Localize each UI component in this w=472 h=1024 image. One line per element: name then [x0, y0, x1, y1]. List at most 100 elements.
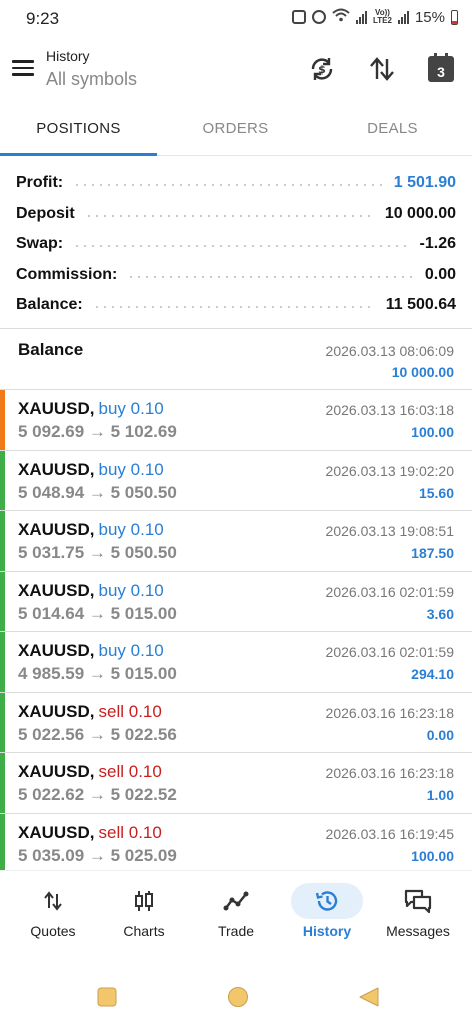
- nav-trade[interactable]: Trade: [191, 883, 281, 939]
- trade-direction-volume: buy 0.10: [98, 520, 164, 539]
- position-symbol: XAUUSD, buy 0.10: [18, 460, 164, 480]
- recent-apps-button[interactable]: [96, 986, 118, 1013]
- currency-sync-icon: $: [311, 58, 333, 80]
- position-row[interactable]: XAUUSD, sell 0.10 5 022.56 → 5 022.56 2026.…: [0, 692, 472, 753]
- result-color-bar: [0, 390, 5, 450]
- position-profit: 100.00: [411, 847, 454, 864]
- alarm-icon: [312, 10, 326, 24]
- balance-operation-date: 2026.03.13 08:06:09: [325, 343, 454, 359]
- deposit-value: 10 000.00: [384, 204, 456, 222]
- dotted-leader: [84, 214, 375, 217]
- calendar-button[interactable]: 3: [424, 52, 458, 86]
- back-triangle-icon: [359, 987, 379, 1007]
- position-profit: 187.50: [411, 545, 454, 561]
- home-button[interactable]: [227, 986, 249, 1013]
- trade-direction-volume: sell 0.10: [98, 822, 162, 842]
- position-row[interactable]: XAUUSD, sell 0.10 5 022.62 → 5 022.52 2026.…: [0, 753, 472, 814]
- nav-messages[interactable]: Messages: [373, 883, 463, 939]
- candlestick-icon: [135, 891, 153, 911]
- nav-charts[interactable]: Charts: [99, 883, 189, 939]
- position-row[interactable]: XAUUSD, buy 0.10 5 031.75 → 5 050.50 2026.0…: [0, 511, 472, 572]
- active-tab-indicator: [0, 153, 157, 156]
- trade-direction-volume: buy 0.10: [98, 399, 164, 418]
- balance-label: Balance:: [16, 296, 83, 314]
- position-profit: 1.00: [426, 787, 454, 803]
- position-date: 2026.03.16 02:01:59: [325, 644, 454, 660]
- open-close-prices: 5 014.64 → 5 015.00: [18, 603, 177, 623]
- result-color-bar: [0, 692, 5, 752]
- page-title: History: [46, 48, 90, 64]
- system-navigation-bar: [0, 966, 472, 1024]
- back-button[interactable]: [358, 986, 380, 1013]
- position-date: 2026.03.13 19:08:51: [325, 523, 454, 539]
- divider: [0, 328, 472, 329]
- summary-profit: Profit: 1 501.90: [0, 168, 472, 199]
- position-symbol: XAUUSD, sell 0.10: [18, 702, 162, 722]
- tab-orders[interactable]: ORDERS: [157, 110, 314, 156]
- open-close-prices: 5 022.56 → 5 022.56: [18, 724, 177, 744]
- position-symbol: XAUUSD, buy 0.10: [18, 399, 164, 419]
- position-profit: 294.10: [411, 666, 454, 682]
- result-color-bar: [0, 632, 5, 692]
- positions-list: XAUUSD, buy 0.10 5 092.69 → 5 102.69 2026.0…: [0, 390, 472, 874]
- profit-value: 1 501.90: [393, 174, 456, 192]
- open-close-prices: 4 985.59 → 5 015.00: [18, 664, 177, 683]
- position-date: 2026.03.16 02:01:59: [325, 583, 454, 600]
- open-close-prices: 5 048.94 → 5 050.50: [18, 482, 177, 502]
- sort-button[interactable]: [365, 52, 399, 86]
- position-date: 2026.03.13 16:03:18: [325, 402, 454, 418]
- symbol-name: XAUUSD,: [18, 580, 95, 600]
- quotes-arrows-icon: [44, 891, 62, 911]
- chat-bubbles-icon: [404, 889, 432, 914]
- position-row[interactable]: XAUUSD, buy 0.10 5 092.69 → 5 102.69 2026.0…: [0, 390, 472, 451]
- summary-balance: Balance: 11 500.64: [0, 290, 472, 321]
- trade-direction-volume: buy 0.10: [98, 641, 164, 660]
- nav-quotes[interactable]: Quotes: [8, 883, 98, 939]
- commission-value: 0.00: [424, 265, 456, 283]
- wifi-icon: [332, 8, 350, 26]
- symbol-name: XAUUSD,: [18, 459, 95, 479]
- dotted-leader: [73, 184, 384, 187]
- symbol-filter[interactable]: All symbols: [46, 69, 137, 90]
- nav-charts-label: Charts: [123, 923, 165, 939]
- sync-button[interactable]: $: [305, 52, 339, 86]
- position-symbol: XAUUSD, sell 0.10: [18, 762, 162, 782]
- dotted-leader: [92, 306, 376, 309]
- position-symbol: XAUUSD, buy 0.10: [18, 581, 164, 601]
- recent-apps-icon: [97, 987, 117, 1007]
- status-icons: Vo)) LTE2 15%: [292, 8, 458, 26]
- result-color-bar: [0, 511, 5, 571]
- sort-arrows-icon: [370, 57, 394, 81]
- open-close-prices: 5 022.62 → 5 022.52: [18, 785, 177, 804]
- tab-deals[interactable]: DEALS: [314, 110, 471, 156]
- symbol-name: XAUUSD,: [18, 822, 95, 842]
- position-row[interactable]: XAUUSD, buy 0.10 5 048.94 → 5 050.50 2026.0…: [0, 450, 472, 511]
- home-circle-icon: [228, 987, 248, 1007]
- balance-operation-row[interactable]: Balance 2026.03.13 08:06:09 10 000.00: [0, 330, 472, 390]
- open-close-prices: 5 035.09 → 5 025.09: [18, 845, 177, 865]
- position-symbol: XAUUSD, buy 0.10: [18, 641, 164, 661]
- balance-value: 11 500.64: [385, 296, 456, 314]
- symbol-name: XAUUSD,: [18, 701, 95, 721]
- tab-positions[interactable]: POSITIONS: [0, 110, 157, 156]
- battery-icon: [451, 9, 458, 25]
- position-profit: 0.00: [426, 726, 454, 743]
- symbol-name: XAUUSD,: [18, 399, 95, 418]
- nav-messages-label: Messages: [386, 923, 450, 939]
- position-row[interactable]: XAUUSD, buy 0.10 4 985.59 → 5 015.00 2026.0…: [0, 632, 472, 693]
- symbol-name: XAUUSD,: [18, 641, 95, 660]
- summary-commission: Commission: 0.00: [0, 260, 472, 291]
- position-row[interactable]: XAUUSD, sell 0.10 5 035.09 → 5 025.09 2026.…: [0, 813, 472, 874]
- open-close-prices: 5 092.69 → 5 102.69: [18, 422, 177, 441]
- account-summary: Profit: 1 501.90 Deposit 10 000.00 Swap:…: [0, 168, 472, 321]
- network-tag: Vo)) LTE2: [373, 8, 392, 25]
- nav-history[interactable]: History: [282, 883, 372, 939]
- position-row[interactable]: XAUUSD, buy 0.10 5 014.64 → 5 015.00 2026.0…: [0, 571, 472, 632]
- status-time: 9:23: [26, 9, 60, 28]
- result-color-bar: [0, 813, 5, 873]
- balance-operation-amount: 10 000.00: [391, 364, 454, 380]
- history-tabs: POSITIONS ORDERS DEALS: [0, 110, 472, 156]
- position-profit: 3.60: [426, 605, 454, 622]
- menu-icon[interactable]: [12, 60, 34, 76]
- position-symbol: XAUUSD, sell 0.10: [18, 823, 162, 843]
